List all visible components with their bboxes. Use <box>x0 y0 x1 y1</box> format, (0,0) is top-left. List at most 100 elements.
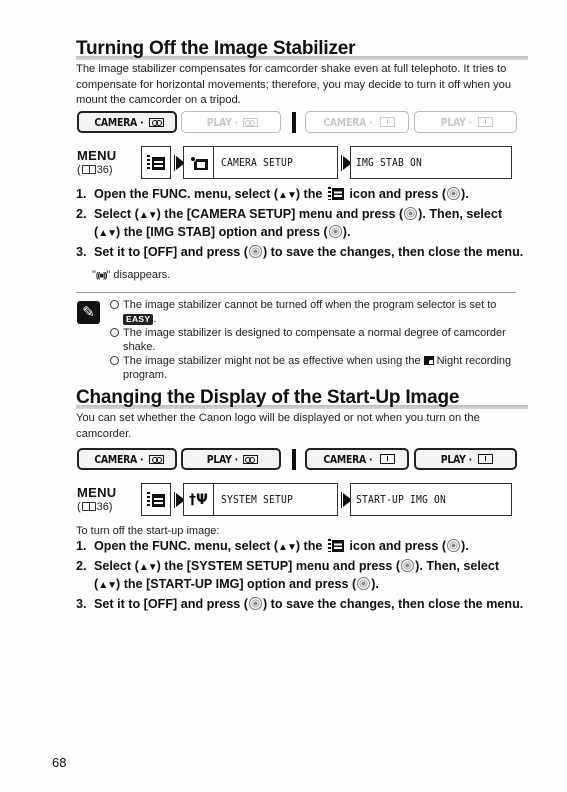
menu-label: MENU <box>77 485 117 500</box>
func-menu-icon <box>147 154 165 171</box>
mode-indicator-row: CAMERA · PLAY · CAMERA · PLAY · <box>77 111 517 133</box>
night-mode-icon <box>423 356 434 365</box>
note-item: The image stabilizer is designed to comp… <box>110 326 518 354</box>
easy-mode-icon: EASY <box>123 314 154 325</box>
func-menu-box <box>141 483 171 516</box>
step-text: ). <box>371 577 379 591</box>
section-title: Changing the Display of the Start-Up Ima… <box>76 387 460 408</box>
up-down-arrows-icon: ▲▼ <box>98 228 117 239</box>
set-button-icon <box>328 225 342 238</box>
card-icon <box>379 454 395 464</box>
image-stabilizer-icon: ((■)) <box>95 271 107 280</box>
step-text: Select ( <box>94 206 139 221</box>
card-icon <box>477 454 493 464</box>
mode-label: PLAY · <box>440 115 473 129</box>
notes-list: The image stabilizer cannot be turned of… <box>110 298 518 382</box>
mode-play-card: PLAY · <box>414 111 517 133</box>
setting-box: IMG STAB ON <box>350 146 512 179</box>
note-text: The image stabilizer might not be as eff… <box>123 355 421 367</box>
set-button-icon <box>248 244 262 258</box>
func-menu-icon <box>147 491 165 508</box>
mode-play-card: PLAY · <box>414 448 517 470</box>
manual-page: Turning Off the Image Stabilizer The ima… <box>0 0 567 792</box>
step-text: ) to save the changes, then close the me… <box>262 596 524 611</box>
step-1: 1. Open the FUNC. menu, select (▲▼) the i… <box>76 538 526 557</box>
result-text: " disappears. <box>106 269 171 281</box>
step-number: 2. <box>76 206 87 221</box>
ref-page: 36) <box>96 164 113 176</box>
mode-camera-tape: CAMERA · <box>77 111 177 133</box>
set-button-icon <box>357 577 371 590</box>
tape-icon <box>242 117 258 127</box>
step-text: ) the [START-UP IMG] option and press ( <box>116 577 357 591</box>
setting-value: IMG STAB ON <box>356 156 423 169</box>
note-pencil-icon: ✎ <box>77 301 100 324</box>
step-text: ) the [IMG STAB] option and press ( <box>116 225 328 239</box>
submenu-box: †Ψ SYSTEM SETUP <box>183 483 338 516</box>
set-button-icon <box>447 539 461 552</box>
ref-open: ( <box>77 501 81 513</box>
submenu-icon-cell: †Ψ <box>184 484 214 515</box>
step-text: ). <box>461 187 469 201</box>
mode-camera-tape: CAMERA · <box>77 448 177 470</box>
step-3: 3. Set it to [OFF] and press () to save t… <box>76 244 526 261</box>
setting-value: START-UP IMG ON <box>356 493 447 506</box>
divider <box>76 292 516 293</box>
mode-label: CAMERA · <box>323 452 373 466</box>
step-text: ) to save the changes, then close the me… <box>262 244 524 259</box>
note-text: The image stabilizer cannot be turned of… <box>123 299 497 311</box>
step-number: 2. <box>76 558 87 573</box>
mode-label: PLAY · <box>206 452 239 466</box>
step-text: ) the [SYSTEM SETUP] menu and press ( <box>156 558 401 573</box>
menu-reference: MENU (36) <box>77 486 116 514</box>
section-intro: The image stabilizer compensates for cam… <box>76 63 512 106</box>
step-text: ) the <box>295 539 326 553</box>
mode-label: CAMERA · <box>323 115 373 129</box>
step-1: 1. Open the FUNC. menu, select (▲▼) the i… <box>76 186 526 205</box>
menu-label: MENU <box>77 148 117 163</box>
step-number: 1. <box>76 539 87 553</box>
page-number: 68 <box>52 755 67 770</box>
ref-page: 36) <box>96 501 113 513</box>
step-2: 2. Select ( ▲▼ ) the [SYSTEM SETUP] menu an… <box>76 558 526 595</box>
step-text: Open the FUNC. menu, select ( <box>94 539 279 553</box>
step-text: Set it to [OFF] and press ( <box>94 244 248 259</box>
set-button-icon <box>447 187 461 200</box>
step-3: 3. Set it to [OFF] and press () to save t… <box>76 596 526 613</box>
step-text: icon and press ( <box>345 187 447 201</box>
steps-lead: To turn off the start-up image: <box>76 525 220 537</box>
mode-label: CAMERA · <box>93 115 143 129</box>
mode-label: PLAY · <box>440 452 473 466</box>
mode-divider <box>292 449 296 470</box>
note-item: The image stabilizer might not be as eff… <box>110 354 518 382</box>
setting-box: START-UP IMG ON <box>350 483 512 516</box>
up-down-arrows-icon: ▲▼ <box>98 580 117 591</box>
card-icon <box>379 117 395 127</box>
steps-list: 1. Open the FUNC. menu, select (▲▼) the i… <box>76 538 526 612</box>
card-icon <box>477 117 493 127</box>
section-heading-startup-image: Changing the Display of the Start-Up Ima… <box>76 387 528 409</box>
func-menu-icon <box>327 539 344 552</box>
up-down-arrows-icon: ▲▼ <box>278 542 297 553</box>
section-intro: You can set whether the Canon logo will … <box>76 412 480 440</box>
step-result: "((■))" disappears. <box>92 269 170 281</box>
mode-label: CAMERA · <box>93 452 143 466</box>
note-item: The image stabilizer cannot be turned of… <box>110 298 518 326</box>
mode-divider <box>292 112 296 133</box>
mode-label: PLAY · <box>206 115 239 129</box>
submenu-icon-cell <box>184 147 214 178</box>
step-text: Select ( <box>94 558 139 573</box>
step-text: ) the <box>295 187 326 201</box>
system-setup-tools-icon: †Ψ <box>189 491 208 508</box>
mode-indicator-row: CAMERA · PLAY · CAMERA · PLAY · <box>77 448 517 470</box>
camera-setup-icon <box>189 155 209 171</box>
section-title: Turning Off the Image Stabilizer <box>76 38 356 59</box>
step-text: ). <box>461 539 469 553</box>
step-text: ). <box>342 225 351 239</box>
menu-reference: MENU (36) <box>77 149 116 177</box>
tape-icon <box>149 454 165 464</box>
book-icon <box>81 165 96 174</box>
step-2: 2. Select (▲▼) the [CAMERA SETUP] menu an… <box>76 206 526 243</box>
submenu-name: CAMERA SETUP <box>221 156 294 169</box>
note-text: . <box>153 313 157 325</box>
